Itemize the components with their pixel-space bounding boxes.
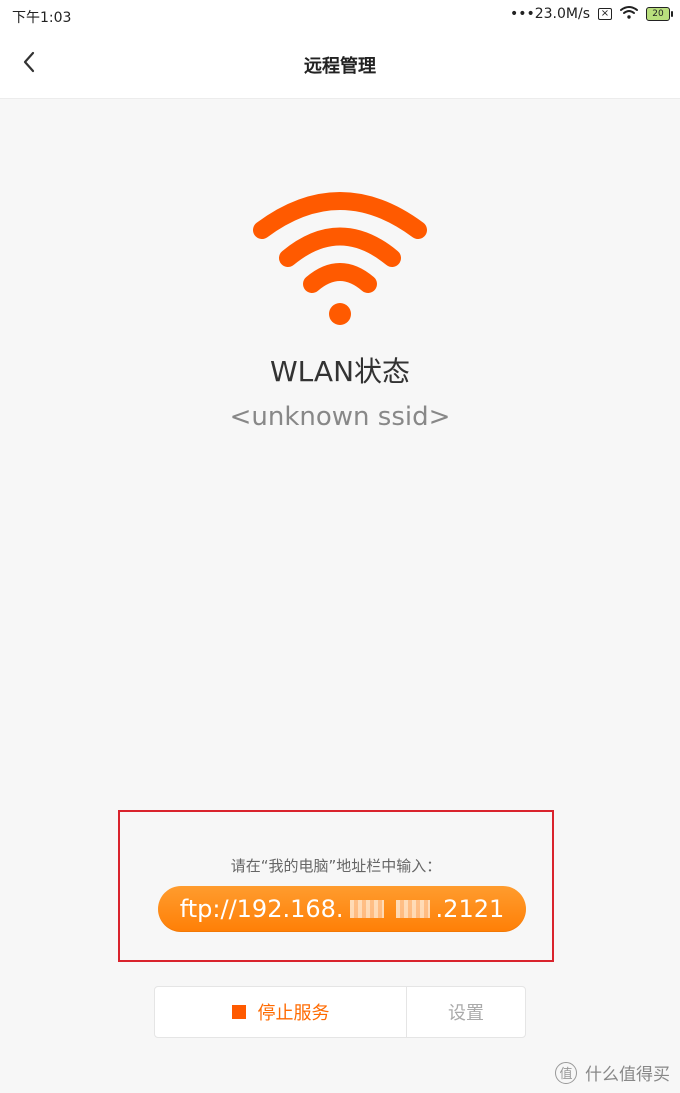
watermark-text: 什么值得买	[585, 1065, 670, 1085]
wlan-status-title: WLAN状态	[269, 355, 411, 388]
action-buttons: 停止服务 设置	[154, 986, 526, 1038]
settings-button[interactable]: 设置	[407, 987, 525, 1037]
status-bar: 下午1:03 •••23.0M/s × 20	[0, 0, 680, 30]
sim-off-icon: ×	[598, 8, 612, 20]
wifi-status-icon	[250, 180, 430, 330]
status-right: •••23.0M/s × 20	[509, 5, 673, 23]
masked-ip-segment-2	[395, 900, 430, 918]
ftp-address-suffix: .2121	[435, 895, 505, 923]
stop-square-icon	[231, 1005, 246, 1019]
ftp-address-highlight: 请在“我的电脑”地址栏中输入： ftp://192.168. .2121	[118, 810, 554, 962]
battery-icon: 20	[646, 7, 673, 21]
status-time: 下午1:03	[12, 10, 72, 26]
battery-level: 20	[652, 9, 664, 19]
title-bar: 远程管理	[0, 30, 680, 99]
watermark: 值 什么值得买	[555, 1060, 670, 1085]
ftp-address-pill[interactable]: ftp://192.168. .2121	[158, 886, 526, 932]
ftp-address-prefix: ftp://192.168.	[179, 895, 344, 923]
ssid-text: <unknown ssid>	[229, 402, 451, 432]
wifi-icon	[620, 5, 638, 23]
masked-ip-segment-1	[349, 900, 384, 918]
instruction-text: 请在“我的电脑”地址栏中输入：	[230, 857, 442, 875]
network-speed: •••23.0M/s	[509, 6, 590, 22]
stop-service-button[interactable]: 停止服务	[155, 987, 407, 1037]
stop-service-label: 停止服务	[257, 1003, 330, 1024]
page-title: 远程管理	[304, 56, 376, 77]
watermark-badge: 值	[555, 1061, 577, 1084]
